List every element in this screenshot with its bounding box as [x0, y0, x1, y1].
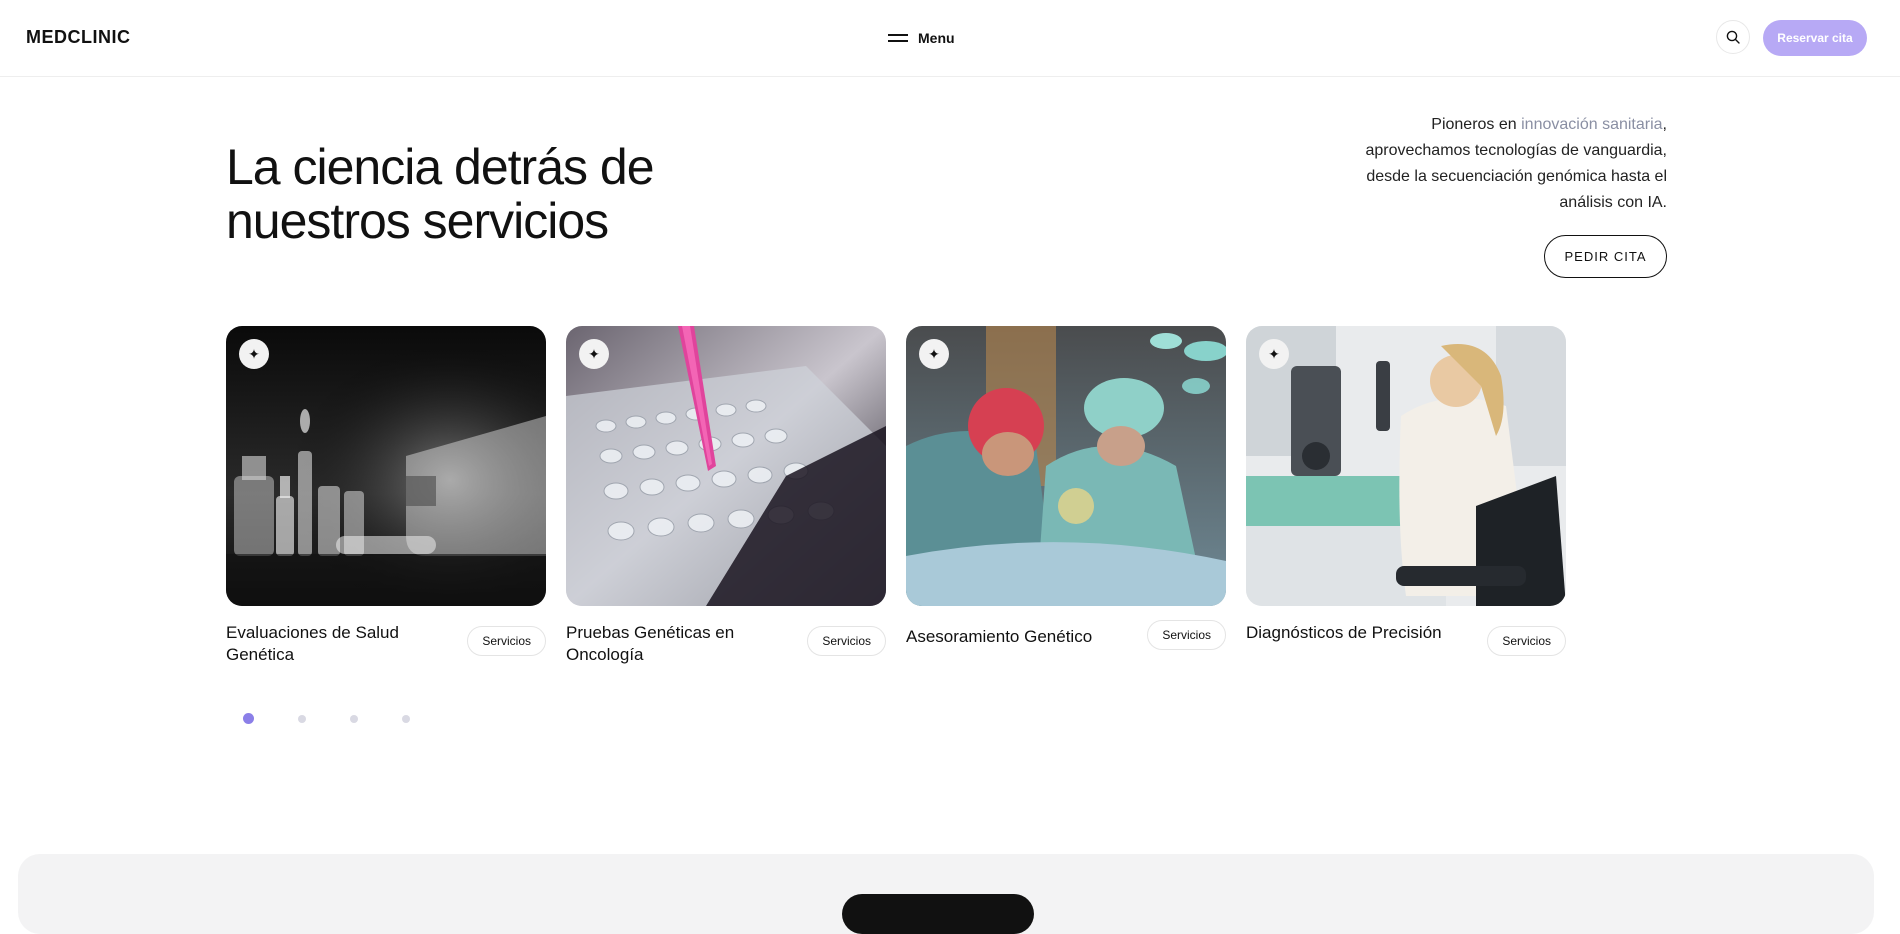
reserve-appointment-button[interactable]: Reservar cita — [1763, 20, 1867, 56]
service-card-image[interactable]: ✦ — [906, 326, 1226, 606]
service-card-image[interactable]: ✦ — [226, 326, 546, 606]
service-card-tag[interactable]: Servicios — [467, 626, 546, 656]
service-card[interactable]: ✦ Pruebas Genéticas en Oncología Servici… — [566, 326, 886, 664]
service-card[interactable]: ✦ Diagnósticos de Precisión Servicios — [1246, 326, 1566, 656]
page-title: La ciencia detrás de nuestros servicios — [226, 140, 726, 248]
service-card-title[interactable]: Pruebas Genéticas en Oncología — [566, 622, 766, 666]
service-card[interactable]: ✦ Evaluaciones de Salud Genética Servici… — [226, 326, 546, 664]
page-title-line-2: nuestros servicios — [226, 193, 609, 249]
search-button[interactable] — [1716, 20, 1750, 54]
search-icon — [1726, 30, 1740, 44]
service-card-tag[interactable]: Servicios — [1147, 620, 1226, 650]
carousel-dot[interactable] — [402, 714, 410, 723]
service-card-title[interactable]: Asesoramiento Genético — [906, 626, 1106, 648]
sparkle-icon: ✦ — [1259, 339, 1289, 369]
menu-button[interactable]: Menu — [888, 28, 955, 48]
pipette-lab-photo — [566, 326, 886, 606]
carousel-dot[interactable] — [298, 714, 306, 723]
sparkle-icon: ✦ — [579, 339, 609, 369]
book-appointment-button[interactable]: PEDIR CITA — [1544, 235, 1667, 278]
service-card-title[interactable]: Evaluaciones de Salud Genética — [226, 622, 426, 666]
menu-label: Menu — [918, 30, 955, 46]
service-card[interactable]: ✦ Asesoramiento Genético Servicios — [906, 326, 1226, 650]
intro-highlight: innovación sanitaria — [1521, 116, 1663, 133]
vials-photo — [226, 326, 546, 606]
next-section-pill — [842, 894, 1034, 934]
intro-text: Pioneros en innovación sanitaria, aprove… — [1330, 112, 1667, 216]
intro-text-start: Pioneros en — [1431, 116, 1522, 133]
service-card-tag[interactable]: Servicios — [807, 626, 886, 656]
site-logo[interactable]: MEDCLINIC — [26, 27, 131, 48]
carousel-dot[interactable] — [350, 714, 358, 723]
service-card-image[interactable]: ✦ — [1246, 326, 1566, 606]
carousel-pagination — [243, 713, 410, 724]
page-title-line-1: La ciencia detrás de — [226, 139, 655, 195]
hamburger-icon — [888, 34, 908, 42]
service-card-tag[interactable]: Servicios — [1487, 626, 1566, 656]
carousel-dot-active[interactable] — [243, 713, 254, 724]
microscope-researcher-photo — [1246, 326, 1566, 606]
service-card-image[interactable]: ✦ — [566, 326, 886, 606]
service-card-title[interactable]: Diagnósticos de Precisión — [1246, 622, 1446, 644]
surgeons-photo — [906, 326, 1226, 606]
sparkle-icon: ✦ — [919, 339, 949, 369]
sparkle-icon: ✦ — [239, 339, 269, 369]
site-header: MEDCLINIC Menu Reservar cita — [0, 0, 1900, 77]
